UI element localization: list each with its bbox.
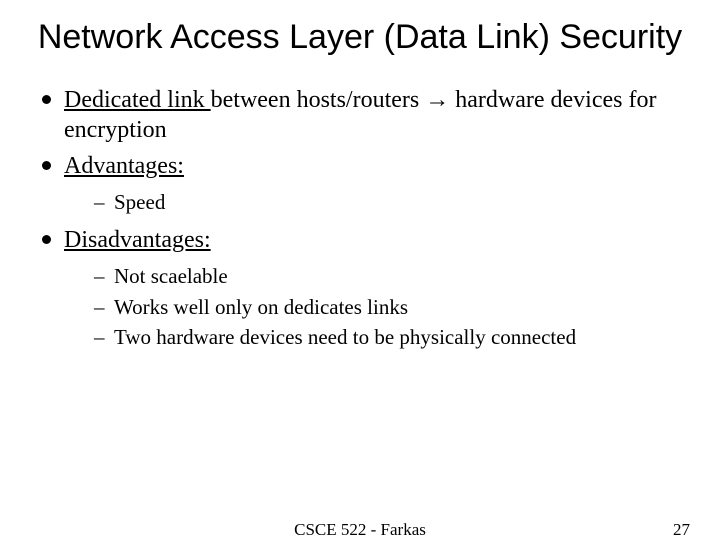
sub-item: Two hardware devices need to be physical… (94, 324, 684, 350)
bullet-list: Dedicated link between hosts/routers → h… (36, 85, 684, 350)
bullet-item: Dedicated link between hosts/routers → h… (36, 85, 684, 145)
bullet-item: Disadvantages: Not scaelable Works well … (36, 225, 684, 350)
sub-list: Speed (64, 189, 684, 215)
bullet-text: between hosts/routers (211, 87, 426, 113)
bullet-underlined: Advantages: (64, 153, 184, 179)
bullet-underlined: Disadvantages: (64, 227, 211, 253)
arrow-icon: → (425, 86, 449, 113)
page-number: 27 (673, 520, 690, 540)
sub-list: Not scaelable Works well only on dedicat… (64, 263, 684, 350)
sub-item: Speed (94, 189, 684, 215)
bullet-underlined: Dedicated link (64, 87, 211, 113)
sub-item: Works well only on dedicates links (94, 294, 684, 320)
footer-center: CSCE 522 - Farkas (0, 520, 720, 540)
slide-title: Network Access Layer (Data Link) Securit… (36, 18, 684, 57)
slide: Network Access Layer (Data Link) Securit… (0, 0, 720, 540)
bullet-item: Advantages: Speed (36, 151, 684, 215)
slide-content: Dedicated link between hosts/routers → h… (36, 85, 684, 350)
sub-item: Not scaelable (94, 263, 684, 289)
